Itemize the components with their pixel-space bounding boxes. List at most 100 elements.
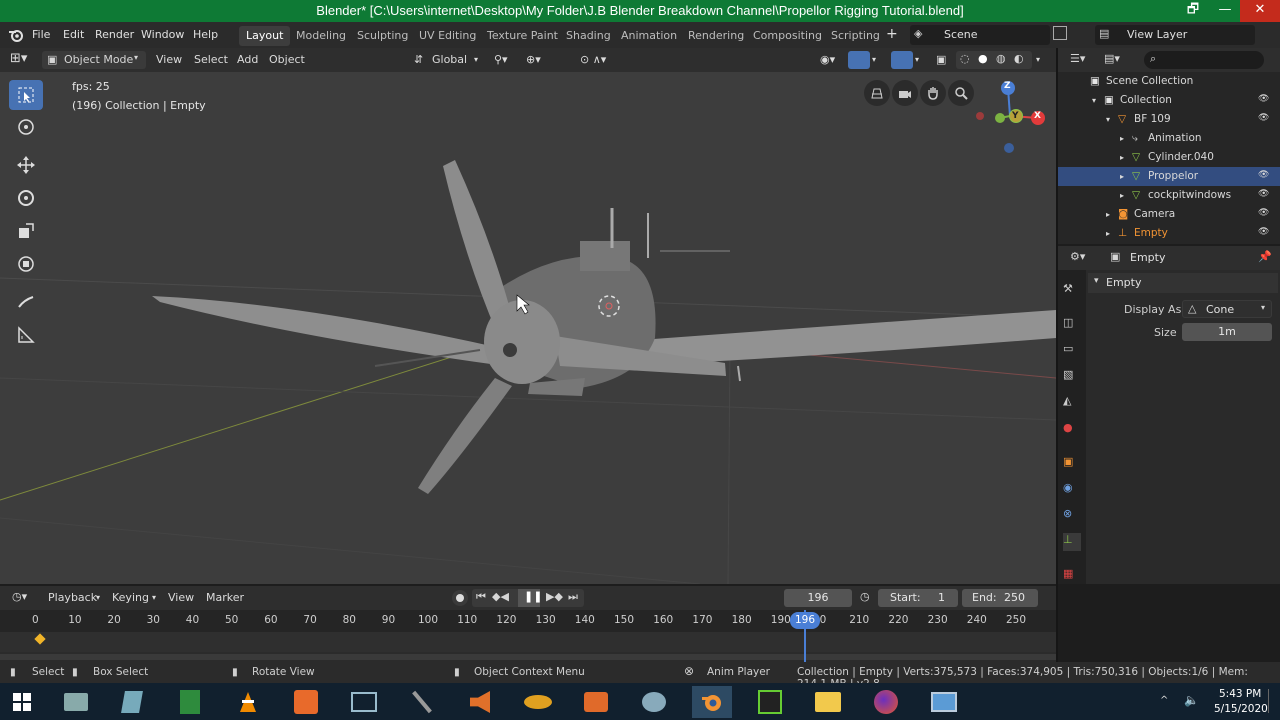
expand-arrow-icon[interactable]: ▸ [1120, 191, 1124, 200]
texture-tab-icon[interactable]: ▦ [1063, 567, 1081, 585]
visibility-eye-icon[interactable]: 👁 [1258, 94, 1269, 104]
viewport-menu-object[interactable]: Object [269, 53, 305, 66]
object-data-tab-icon[interactable]: ⊥ [1063, 533, 1081, 551]
outliner-search-input[interactable]: ⌕ [1144, 51, 1264, 69]
taskbar-app-calculator[interactable] [170, 686, 210, 718]
outliner-row[interactable]: ▸ ▽ Cylinder.040 [1058, 148, 1280, 167]
world-tab-icon[interactable]: ● [1063, 421, 1081, 439]
taskbar-app-printer[interactable] [56, 686, 96, 718]
visibility-icon[interactable]: ◉▾ [820, 53, 835, 66]
outliner-row[interactable]: ▸ ◙ Camera 👁 [1058, 205, 1280, 224]
outliner-row[interactable]: ▣ Scene Collection [1058, 72, 1280, 91]
gizmo-toggle-icon[interactable] [848, 51, 870, 69]
physics-tab-icon[interactable]: ◉ [1063, 481, 1081, 499]
close-button[interactable]: ✕ [1240, 0, 1280, 22]
cancel-job-icon[interactable]: ⊗ [684, 664, 694, 678]
restore-button[interactable]: 🗗 [1176, 0, 1210, 22]
end-frame-field[interactable]: End: 250 [962, 589, 1038, 607]
material-shading-icon[interactable]: ◍ [996, 52, 1006, 65]
jump-end-icon[interactable]: ⏭ [568, 590, 578, 604]
constraints-tab-icon[interactable]: ⊗ [1063, 507, 1081, 525]
expand-arrow-icon[interactable]: ▾ [1092, 96, 1096, 105]
tool-settings-tab-icon[interactable]: ⚒ [1063, 282, 1081, 300]
view-layer-tab-icon[interactable]: ▧ [1063, 368, 1081, 386]
minimize-button[interactable]: — [1208, 0, 1242, 22]
menu-window[interactable]: Window [141, 28, 184, 41]
visibility-eye-icon[interactable]: 👁 [1258, 113, 1269, 123]
move-tool[interactable] [9, 150, 43, 180]
size-field[interactable]: 1m [1182, 323, 1272, 341]
properties-editor[interactable]: ⚙▾ ▣ Empty 📌 ▾ Empty Display As △ Cone ▾… [1058, 246, 1280, 584]
taskbar-app-blender[interactable] [692, 686, 732, 718]
select-box-tool[interactable] [9, 80, 43, 110]
outliner-editor-icon[interactable]: ☰▾ [1070, 52, 1085, 65]
zoom-magnifier-icon[interactable] [948, 80, 974, 106]
tab-scripting[interactable]: Scripting [824, 26, 887, 46]
tab-uv-editing[interactable]: UV Editing [412, 26, 483, 46]
menu-file[interactable]: File [32, 28, 50, 41]
prev-keyframe-icon[interactable]: ◆◀ [492, 590, 509, 603]
wireframe-shading-icon[interactable]: ◌ [960, 52, 970, 65]
taskbar-app-firefox[interactable] [866, 686, 906, 718]
cursor-tool[interactable] [9, 112, 43, 142]
taskbar-app-notes[interactable] [112, 686, 152, 718]
timeline-keyframe-area[interactable] [0, 632, 1056, 652]
snap-icon[interactable]: ⊕▾ [526, 53, 541, 66]
taskbar-app-paint[interactable] [634, 686, 674, 718]
pan-hand-icon[interactable] [920, 80, 946, 106]
tray-chevron-icon[interactable]: ^ [1160, 695, 1168, 706]
rotate-tool[interactable] [9, 183, 43, 213]
outliner-row[interactable]: ▾ ▣ Collection 👁 [1058, 91, 1280, 110]
menu-edit[interactable]: Edit [63, 28, 84, 41]
expand-arrow-icon[interactable]: ▾ [1106, 115, 1110, 124]
clock-date[interactable]: 5/15/2020 [1214, 703, 1268, 715]
pivot-icon[interactable]: ⚲▾ [494, 53, 508, 66]
timeline-menu-view[interactable]: View [168, 591, 194, 604]
taskbar-app-photos[interactable] [924, 686, 964, 718]
menu-render[interactable]: Render [95, 28, 134, 41]
playhead-frame-label[interactable]: 196 [790, 612, 820, 629]
expand-arrow-icon[interactable]: ▸ [1106, 229, 1110, 238]
pause-button[interactable]: ❚❚ [518, 589, 542, 607]
proportional-edit-icon[interactable]: ⊙ ∧▾ [580, 53, 606, 66]
outliner-row[interactable]: ▾ ▽ BF 109 👁 [1058, 110, 1280, 129]
properties-editor-icon[interactable]: ⚙▾ [1070, 250, 1085, 263]
timeline-editor-icon[interactable]: ◷▾ [12, 590, 27, 603]
object-tab-icon[interactable]: ▣ [1063, 455, 1081, 473]
copy-scene-icon[interactable] [1053, 26, 1067, 40]
menu-help[interactable]: Help [193, 28, 218, 41]
empty-panel-header[interactable]: ▾ Empty [1088, 273, 1278, 293]
preview-range-clock-icon[interactable]: ◷ [860, 590, 870, 603]
pin-icon[interactable]: 📌 [1258, 250, 1272, 263]
record-button[interactable] [452, 590, 468, 606]
taskbar-app-audio[interactable] [460, 686, 500, 718]
viewport-menu-view[interactable]: View [156, 53, 182, 66]
clock-time[interactable]: 5:43 PM [1219, 688, 1261, 700]
display-mode-icon[interactable]: ▤▾ [1104, 52, 1120, 65]
timeline-menu-playback[interactable]: Playback [48, 591, 97, 604]
xray-icon[interactable]: ▣ [936, 53, 946, 66]
next-keyframe-icon[interactable]: ▶◆ [546, 590, 563, 603]
3d-viewport[interactable] [0, 48, 1056, 584]
outliner-row[interactable]: ▸ ▽ Proppelor 👁 [1058, 167, 1280, 186]
taskbar-app-vlc[interactable] [228, 686, 268, 718]
timeline-menu-marker[interactable]: Marker [206, 591, 244, 604]
overlays-toggle-icon[interactable] [891, 51, 913, 69]
tab-modeling[interactable]: Modeling [289, 26, 353, 46]
visibility-eye-icon[interactable]: 👁 [1258, 189, 1269, 199]
viewport-menu-select[interactable]: Select [194, 53, 228, 66]
start-button[interactable] [2, 686, 42, 718]
navigation-gizmo[interactable]: Z X Y [972, 78, 1048, 154]
solid-shading-icon[interactable]: ● [978, 52, 988, 65]
display-as-dropdown[interactable]: △ Cone ▾ [1182, 300, 1272, 318]
expand-arrow-icon[interactable]: ▸ [1106, 210, 1110, 219]
scene-tab-icon[interactable]: ◭ [1063, 394, 1081, 412]
view-layer-selector[interactable]: ▤ View Layer [1095, 25, 1255, 45]
current-frame-field[interactable]: 196 [784, 589, 852, 607]
jump-start-icon[interactable]: ⏮ [476, 590, 486, 604]
taskbar-app-screen[interactable] [344, 686, 384, 718]
viewport-menu-add[interactable]: Add [237, 53, 258, 66]
scale-tool[interactable] [9, 216, 43, 246]
rendered-shading-icon[interactable]: ◐ [1014, 52, 1024, 65]
tab-rendering[interactable]: Rendering [681, 26, 751, 46]
